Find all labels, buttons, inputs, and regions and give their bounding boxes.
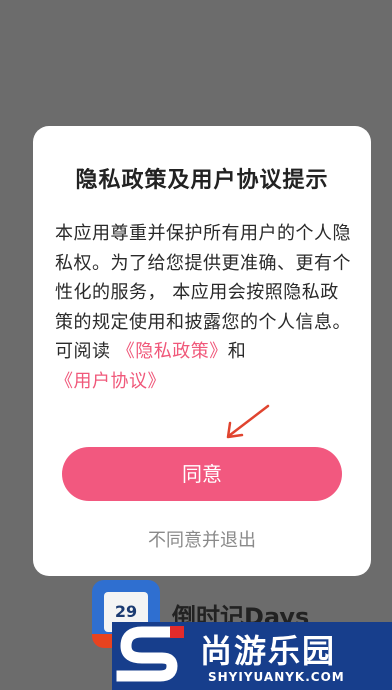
watermark-logo bbox=[116, 626, 184, 682]
dialog-body: 本应用尊重并保护所有用户的个人隐私权。为了给您提供更准确、更有个性化的服务， 本… bbox=[55, 219, 355, 396]
watermark-url: SHYIYUANYK.COM bbox=[208, 670, 345, 684]
privacy-policy-link[interactable]: 《隐私政策》 bbox=[117, 341, 228, 362]
agree-button[interactable]: 同意 bbox=[62, 447, 342, 501]
conjunction-text: 和 bbox=[227, 341, 247, 362]
watermark-name: 尚游乐园 bbox=[200, 632, 337, 670]
privacy-dialog: 隐私政策及用户协议提示 本应用尊重并保护所有用户的个人隐私权。为了给您提供更准确… bbox=[33, 126, 371, 576]
decline-exit-button[interactable]: 不同意并退出 bbox=[33, 526, 371, 552]
watermark: 尚游乐园 SHYIYUANYK.COM bbox=[112, 622, 392, 690]
read-prefix: 可阅读 bbox=[55, 341, 117, 362]
pointer-arrow-icon bbox=[226, 404, 270, 439]
dialog-title: 隐私政策及用户协议提示 bbox=[75, 168, 329, 193]
dialog-message: 本应用尊重并保护所有用户的个人隐私权。为了给您提供更准确、更有个性化的服务， 本… bbox=[55, 223, 351, 333]
user-agreement-link[interactable]: 《用户协议》 bbox=[55, 371, 166, 392]
